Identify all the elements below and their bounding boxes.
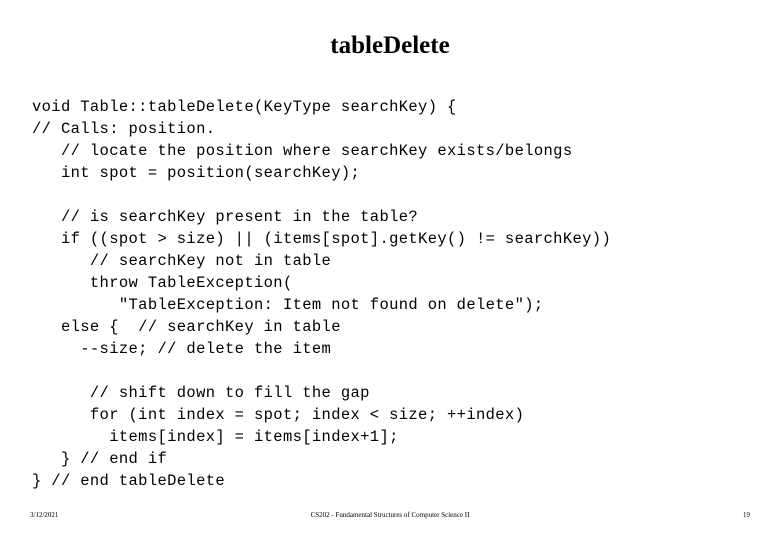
- code-line: if ((spot > size) || (items[spot].getKey…: [32, 230, 612, 248]
- slide-canvas: tableDelete void Table::tableDelete(KeyT…: [0, 0, 780, 540]
- code-line: // is searchKey present in the table?: [32, 208, 419, 226]
- code-line: // locate the position where searchKey e…: [32, 142, 573, 160]
- code-line: throw TableException(: [32, 274, 293, 292]
- code-line: for (int index = spot; index < size; ++i…: [32, 406, 525, 424]
- code-block: void Table::tableDelete(KeyType searchKe…: [32, 96, 762, 492]
- code-line: // searchKey not in table: [32, 252, 332, 270]
- footer-course-title: CS202 - Fundamental Structures of Comput…: [310, 511, 470, 519]
- code-line: int spot = position(searchKey);: [32, 164, 361, 182]
- slide-footer: 3/12/2021 CS202 - Fundamental Structures…: [0, 508, 780, 528]
- code-line: void Table::tableDelete(KeyType searchKe…: [32, 98, 457, 116]
- code-line: // Calls: position.: [32, 120, 216, 138]
- code-line: --size; // delete the item: [32, 340, 332, 358]
- code-line: // shift down to fill the gap: [32, 384, 370, 402]
- code-line: } // end tableDelete: [32, 472, 226, 490]
- code-line: items[index] = items[index+1];: [32, 428, 399, 446]
- code-line: } // end if: [32, 450, 168, 468]
- code-line: "TableException: Item not found on delet…: [32, 296, 544, 314]
- code-line: else { // searchKey in table: [32, 318, 341, 336]
- footer-page-number: 19: [743, 511, 750, 519]
- page-title: tableDelete: [330, 32, 450, 59]
